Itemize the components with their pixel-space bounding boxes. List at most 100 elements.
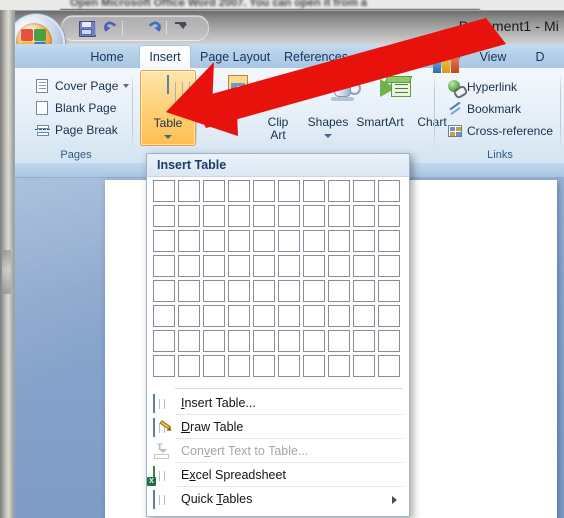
table-grid-cell[interactable] — [203, 305, 225, 327]
tab-developer[interactable]: D — [525, 46, 555, 68]
table-grid-cell[interactable] — [153, 330, 175, 352]
table-grid-cell[interactable] — [378, 255, 400, 277]
table-grid-cell[interactable] — [328, 180, 350, 202]
table-dropdown-arrow-icon[interactable] — [164, 135, 172, 139]
table-grid-cell[interactable] — [303, 230, 325, 252]
table-grid-cell[interactable] — [178, 305, 200, 327]
submenu-arrow-icon[interactable] — [392, 496, 397, 504]
table-grid-cell[interactable] — [153, 355, 175, 377]
table-grid-cell[interactable] — [303, 330, 325, 352]
picture-button[interactable]: Picture — [201, 70, 256, 144]
table-grid-cell[interactable] — [153, 280, 175, 302]
table-grid-cell[interactable] — [228, 205, 250, 227]
table-grid-cell[interactable] — [303, 255, 325, 277]
table-grid-cell[interactable] — [353, 355, 375, 377]
table-grid-cell[interactable] — [278, 255, 300, 277]
table-grid-cell[interactable] — [178, 230, 200, 252]
table-grid-cell[interactable] — [278, 205, 300, 227]
tab-page-layout[interactable]: Page Layout — [193, 46, 275, 68]
table-grid-cell[interactable] — [278, 305, 300, 327]
table-grid-cell[interactable] — [203, 355, 225, 377]
table-grid-cell[interactable] — [153, 255, 175, 277]
scrollbar-grip[interactable] — [2, 250, 11, 294]
table-grid-cell[interactable] — [253, 355, 275, 377]
table-grid-cell[interactable] — [328, 355, 350, 377]
table-grid-cell[interactable] — [153, 305, 175, 327]
table-grid-cell[interactable] — [153, 230, 175, 252]
undo-icon[interactable] — [102, 19, 119, 36]
table-grid-cell[interactable] — [328, 280, 350, 302]
table-grid-cell[interactable] — [228, 305, 250, 327]
office-button[interactable] — [15, 14, 65, 44]
table-grid-cell[interactable] — [253, 330, 275, 352]
table-grid-cell[interactable] — [253, 255, 275, 277]
table-grid-cell[interactable] — [278, 330, 300, 352]
table-grid-cell[interactable] — [228, 355, 250, 377]
table-grid-cell[interactable] — [303, 305, 325, 327]
table-grid-cell[interactable] — [303, 180, 325, 202]
table-grid-cell[interactable] — [278, 230, 300, 252]
smartart-button[interactable]: SmartArt — [349, 70, 413, 144]
table-grid-cell[interactable] — [178, 280, 200, 302]
cover-page-button[interactable]: Cover Page — [35, 76, 131, 97]
table-grid-cell[interactable] — [203, 205, 225, 227]
blank-page-button[interactable]: Blank Page — [35, 98, 131, 119]
table-grid-cell[interactable] — [203, 230, 225, 252]
table-grid-cell[interactable] — [153, 205, 175, 227]
table-grid-cell[interactable] — [178, 255, 200, 277]
table-grid-cell[interactable] — [328, 205, 350, 227]
table-grid-cell[interactable] — [328, 255, 350, 277]
table-grid-cell[interactable] — [253, 305, 275, 327]
table-grid-cell[interactable] — [253, 205, 275, 227]
table-grid-cell[interactable] — [353, 180, 375, 202]
table-grid-cell[interactable] — [178, 205, 200, 227]
cross-reference-button[interactable]: Cross-reference — [447, 121, 564, 141]
table-grid-cell[interactable] — [228, 180, 250, 202]
table-grid-cell[interactable] — [253, 280, 275, 302]
page-break-button[interactable]: Page Break — [35, 120, 131, 141]
table-grid-cell[interactable] — [228, 230, 250, 252]
table-grid-cell[interactable] — [328, 230, 350, 252]
table-grid-cell[interactable] — [378, 230, 400, 252]
menu-item-draw-table[interactable]: Draw Table — [147, 416, 409, 439]
table-grid-cell[interactable] — [253, 230, 275, 252]
table-grid-cell[interactable] — [303, 205, 325, 227]
shapes-dropdown-arrow-icon[interactable] — [324, 134, 332, 138]
chevron-down-icon[interactable] — [123, 84, 129, 88]
tab-home[interactable]: Home — [77, 46, 137, 68]
table-grid-cell[interactable] — [203, 280, 225, 302]
table-grid-cell[interactable] — [303, 355, 325, 377]
table-grid-cell[interactable] — [278, 355, 300, 377]
table-grid-cell[interactable] — [203, 255, 225, 277]
table-grid-cell[interactable] — [353, 305, 375, 327]
table-grid-cell[interactable] — [353, 230, 375, 252]
table-grid-cell[interactable] — [253, 180, 275, 202]
table-grid-cell[interactable] — [228, 255, 250, 277]
tab-insert[interactable]: Insert — [139, 45, 191, 69]
table-grid-cell[interactable] — [378, 305, 400, 327]
shapes-button[interactable]: Shapes — [301, 70, 361, 144]
tab-view[interactable]: View — [471, 46, 515, 68]
table-grid-cell[interactable] — [378, 280, 400, 302]
table-grid-cell[interactable] — [178, 330, 200, 352]
table-grid-cell[interactable] — [153, 180, 175, 202]
menu-item-quick-tables[interactable]: Quick Tables — [147, 488, 409, 511]
table-grid-cell[interactable] — [203, 180, 225, 202]
tab-mailings[interactable]: gs — [359, 46, 399, 68]
table-button[interactable]: Table — [140, 70, 196, 146]
tab-references[interactable]: References — [277, 46, 355, 68]
redo-icon[interactable] — [146, 19, 163, 36]
customize-quick-access-icon[interactable] — [179, 24, 187, 29]
save-icon[interactable] — [78, 19, 96, 37]
table-grid-cell[interactable] — [353, 205, 375, 227]
table-grid-cell[interactable] — [353, 280, 375, 302]
table-size-grid[interactable] — [153, 180, 403, 380]
table-grid-cell[interactable] — [278, 180, 300, 202]
table-grid-cell[interactable] — [303, 280, 325, 302]
table-grid-cell[interactable] — [228, 280, 250, 302]
table-grid-cell[interactable] — [328, 305, 350, 327]
menu-item-excel-spreadsheet[interactable]: X Excel Spreadsheet — [147, 464, 409, 487]
table-grid-cell[interactable] — [378, 355, 400, 377]
table-grid-cell[interactable] — [378, 180, 400, 202]
table-grid-cell[interactable] — [353, 255, 375, 277]
